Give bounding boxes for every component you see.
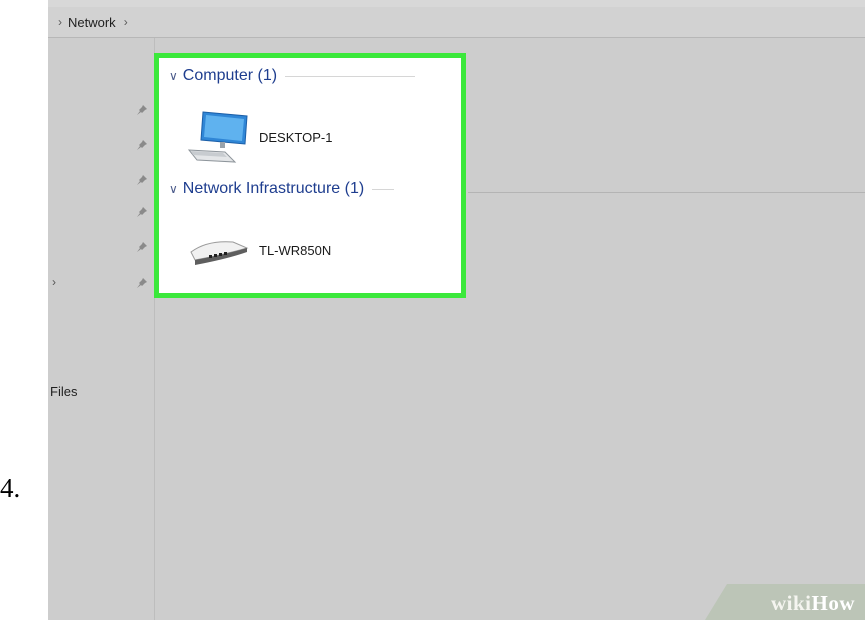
pin-icon[interactable] bbox=[136, 139, 148, 151]
nav-expand-chevron-icon[interactable]: › bbox=[52, 275, 56, 289]
pin-icon[interactable] bbox=[136, 277, 148, 289]
nav-item-files[interactable]: Files bbox=[50, 384, 77, 399]
group-header-label: Network Infrastructure (1) bbox=[182, 180, 365, 197]
network-devices-highlight: ∨ Computer (1) DESKTOP-1 ∨ Network Infra… bbox=[154, 53, 466, 298]
computer-monitor-icon bbox=[187, 111, 248, 163]
device-label: DESKTOP-1 bbox=[259, 129, 333, 145]
pin-icon[interactable] bbox=[136, 174, 148, 186]
step-number: 4. bbox=[0, 473, 21, 503]
group-divider bbox=[468, 192, 865, 193]
device-label: TL-WR850N bbox=[259, 242, 332, 258]
group-rule bbox=[285, 75, 416, 77]
group-header-network-infrastructure[interactable]: ∨ Network Infrastructure (1) bbox=[169, 180, 395, 198]
window-top-strip bbox=[48, 0, 865, 7]
pin-icon[interactable] bbox=[136, 104, 148, 116]
address-bar[interactable]: › Network › bbox=[48, 7, 865, 38]
watermark-text: wikiHow bbox=[770, 591, 855, 615]
group-header-computer[interactable]: ∨ Computer (1) bbox=[169, 67, 416, 85]
pin-icon[interactable] bbox=[136, 206, 148, 218]
group-rule bbox=[372, 188, 395, 190]
wikihow-watermark: wikiHow bbox=[705, 584, 865, 620]
chevron-down-icon[interactable]: ∨ bbox=[169, 182, 178, 196]
pin-icon[interactable] bbox=[136, 241, 148, 253]
breadcrumb-chevron-icon[interactable]: › bbox=[58, 15, 62, 29]
breadcrumb-chevron-end-icon[interactable]: › bbox=[124, 15, 128, 29]
chevron-down-icon[interactable]: ∨ bbox=[169, 69, 178, 83]
device-item-router[interactable]: TL-WR850N bbox=[187, 230, 331, 270]
navigation-pane: › Files bbox=[48, 38, 155, 620]
router-icon bbox=[190, 241, 249, 265]
device-item-desktop[interactable]: DESKTOP-1 bbox=[187, 108, 332, 166]
group-header-label: Computer (1) bbox=[182, 67, 278, 84]
breadcrumb-network[interactable]: Network bbox=[68, 15, 116, 30]
